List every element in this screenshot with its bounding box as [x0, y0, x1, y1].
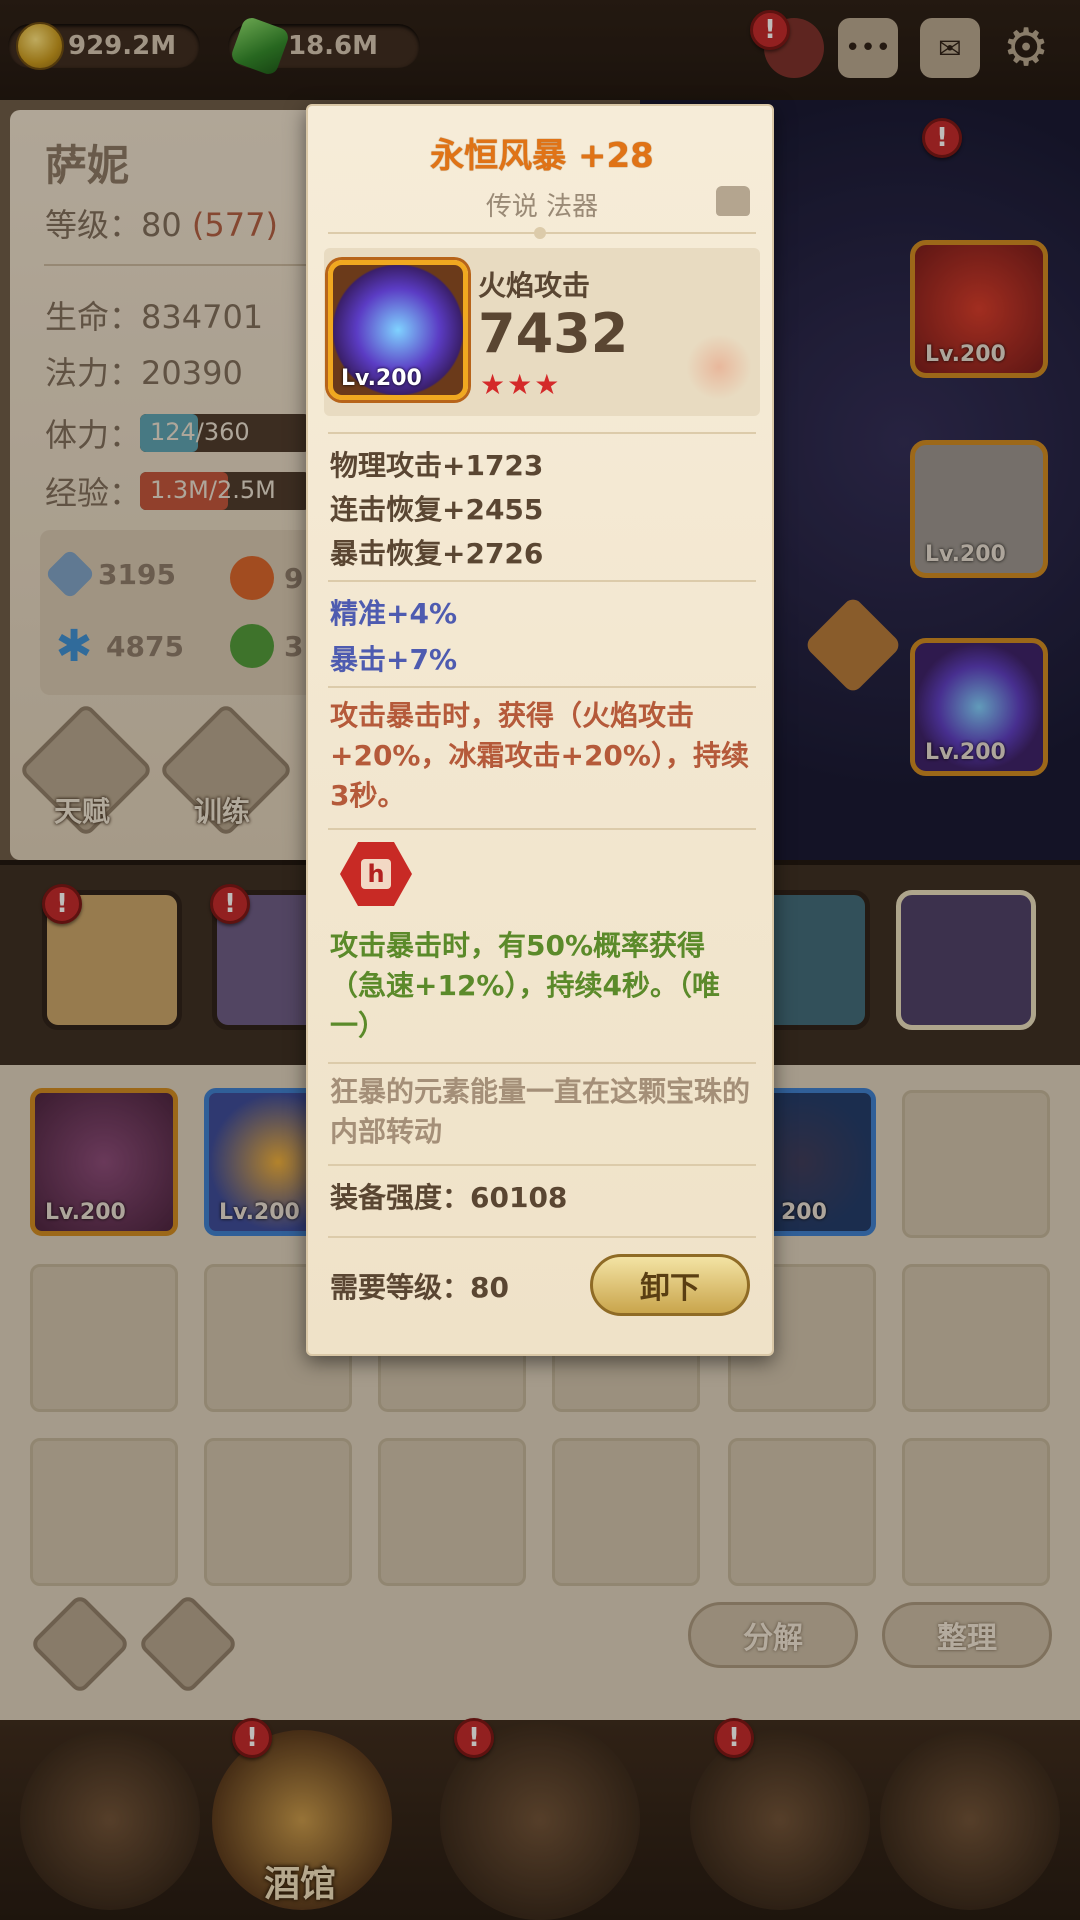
lore-text: 狂暴的元素能量一直在这颗宝珠的内部转动 — [330, 1075, 751, 1148]
divider — [328, 1164, 756, 1166]
item-tooltip: 永恒风暴 +28 传说 法器 Lv.200 火焰攻击 7432 ★★★ 物理攻击… — [306, 104, 774, 1356]
bonus-stat: 连击恢复+2455 — [330, 493, 544, 526]
main-stat-name: 火焰攻击 — [478, 269, 591, 302]
divider — [328, 432, 756, 434]
percent-bonus: 暴击+7% — [330, 643, 457, 676]
fire-element-icon — [686, 334, 752, 400]
bonus-stat: 暴击恢复+2726 — [330, 537, 544, 570]
percent-bonus: 精准+4% — [330, 597, 457, 630]
item-level: Lv.200 — [341, 366, 422, 391]
item-rarity-type: 传说 法器 — [485, 192, 599, 222]
shirt-icon — [716, 186, 750, 216]
effect-text: 攻击暴击时，获得（火焰攻击+20%，冰霜攻击+20%），持续3秒。 — [330, 699, 749, 812]
star-rating: ★★★ — [480, 368, 562, 401]
unique-effect-text: 攻击暴击时，有50%概率获得（急速+12%），持续4秒。（唯一） — [330, 929, 720, 1042]
divider — [328, 580, 756, 582]
orb-item-icon: Lv.200 — [328, 260, 468, 400]
divider — [328, 1236, 756, 1238]
divider — [328, 227, 756, 239]
equipment-power: 装备强度：60108 — [330, 1181, 568, 1214]
divider — [328, 686, 756, 688]
haste-rune-icon: h — [340, 842, 412, 906]
bonus-stat: 物理攻击+1723 — [330, 449, 544, 482]
unequip-button[interactable]: 卸下 — [590, 1254, 750, 1316]
divider — [328, 1062, 756, 1064]
divider — [328, 828, 756, 830]
item-title: 永恒风暴 +28 — [430, 136, 654, 176]
main-stat-value: 7432 — [478, 302, 629, 365]
required-level: 需要等级：80 — [330, 1271, 509, 1304]
